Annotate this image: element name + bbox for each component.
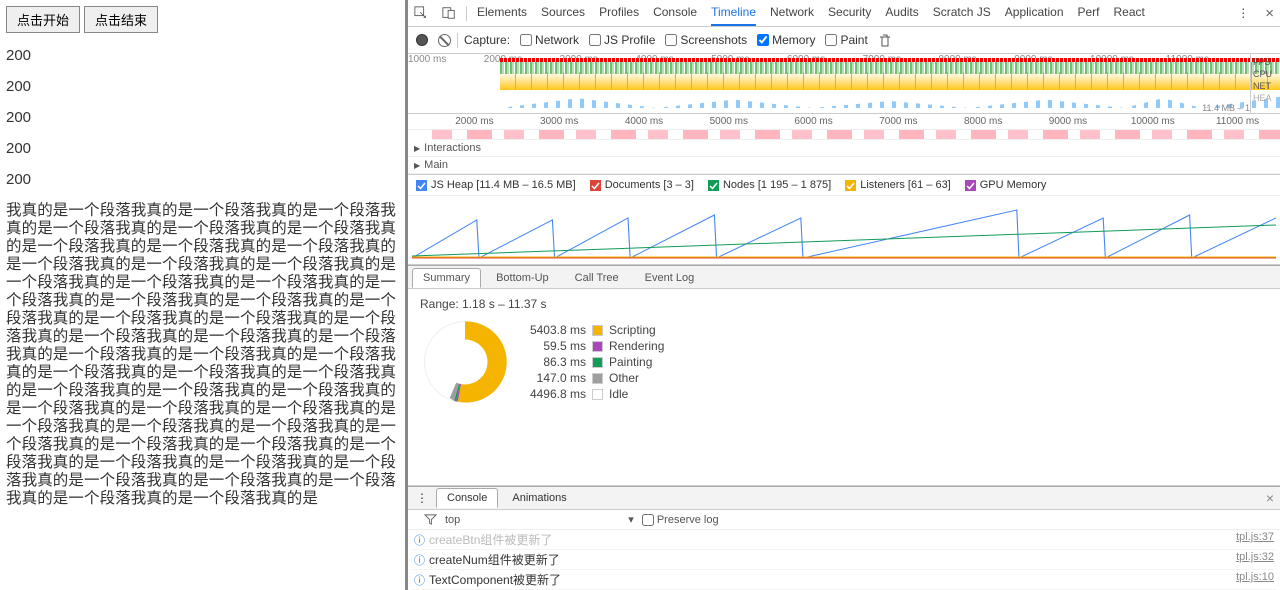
tab-react[interactable]: React bbox=[1114, 0, 1145, 26]
legend-idle: 4496.8 msIdle bbox=[526, 387, 664, 401]
preserve-log-checkbox[interactable] bbox=[642, 514, 654, 526]
end-button[interactable]: 点击结束 bbox=[84, 6, 158, 33]
console-line[interactable]: ⓘcreateBtn组件被更新了tpl.js:37 bbox=[412, 530, 1276, 550]
range-text: Range: 1.18 s – 11.37 s bbox=[420, 297, 664, 311]
num-value: 200 bbox=[6, 171, 399, 188]
capture-label: Capture: bbox=[464, 33, 510, 47]
tab-security[interactable]: Security bbox=[828, 0, 871, 26]
drawer-tabs: ⋮ ConsoleAnimations × bbox=[408, 486, 1280, 510]
close-icon[interactable]: × bbox=[1266, 490, 1274, 506]
more-icon[interactable]: ⋮ bbox=[412, 491, 432, 505]
overview-strip[interactable]: 1000 ms2000 ms3000 ms4000 ms5000 ms6000 … bbox=[408, 54, 1280, 114]
mem-listeners[interactable]: Listeners [61 – 63] bbox=[845, 179, 951, 191]
summary-tab-summary[interactable]: Summary bbox=[412, 268, 481, 288]
capture-paint[interactable]: Paint bbox=[825, 33, 867, 47]
device-icon[interactable] bbox=[442, 6, 456, 20]
summary-panel: Range: 1.18 s – 11.37 s 5403.8 msScripti… bbox=[408, 289, 1280, 486]
tab-network[interactable]: Network bbox=[770, 0, 814, 26]
drawer-tab-console[interactable]: Console bbox=[436, 488, 498, 508]
inspect-icon[interactable] bbox=[414, 6, 428, 20]
scope-select[interactable]: top bbox=[445, 514, 460, 526]
tab-elements[interactable]: Elements bbox=[477, 0, 527, 26]
tab-application[interactable]: Application bbox=[1005, 0, 1064, 26]
clear-icon[interactable] bbox=[438, 34, 451, 47]
more-icon[interactable]: ⋮ bbox=[1237, 6, 1251, 20]
capture-js-profile[interactable]: JS Profile bbox=[589, 33, 655, 47]
flame-row-main[interactable]: ▶Main bbox=[408, 157, 1280, 174]
summary-tab-call-tree[interactable]: Call Tree bbox=[564, 268, 630, 288]
flame-chart[interactable]: 2000 ms3000 ms4000 ms5000 ms6000 ms7000 … bbox=[408, 114, 1280, 175]
close-icon[interactable]: × bbox=[1265, 5, 1274, 22]
mem-gpu[interactable]: GPU Memory bbox=[965, 179, 1047, 191]
legend-other: 147.0 msOther bbox=[526, 371, 664, 385]
console-line[interactable]: ⓘcreateNum组件被更新了tpl.js:32 bbox=[412, 550, 1276, 570]
num-value: 200 bbox=[6, 78, 399, 95]
capture-network[interactable]: Network bbox=[520, 33, 579, 47]
devtools-panel: Elements Sources Profiles Console Timeline Ne… bbox=[408, 0, 1280, 590]
page-content: 点击开始 点击结束 200 200 200 200 200 我真的是一个段落我真… bbox=[0, 0, 408, 590]
summary-tabs: SummaryBottom-UpCall TreeEvent Log bbox=[408, 265, 1280, 289]
mem-documents[interactable]: Documents [3 – 3] bbox=[590, 179, 694, 191]
num-value: 200 bbox=[6, 140, 399, 157]
pie-chart bbox=[420, 317, 510, 407]
legend-rendering: 59.5 msRendering bbox=[526, 339, 664, 353]
summary-tab-event-log[interactable]: Event Log bbox=[634, 268, 706, 288]
flame-row-interactions[interactable]: ▶Interactions bbox=[408, 140, 1280, 157]
overview-labels: FPSCPUNETHEA bbox=[1250, 54, 1280, 113]
tab-console[interactable]: Console bbox=[653, 0, 697, 26]
console-line[interactable]: ⓘTextComponent被更新了tpl.js:10 bbox=[412, 570, 1276, 590]
memory-graph[interactable] bbox=[412, 200, 1276, 260]
console-output[interactable]: ⓘcreateBtn组件被更新了tpl.js:37ⓘcreateNum组件被更新… bbox=[408, 530, 1280, 590]
capture-screenshots[interactable]: Screenshots bbox=[665, 33, 747, 47]
record-icon[interactable] bbox=[416, 34, 428, 46]
devtools-tabs: Elements Sources Profiles Console Timeline Ne… bbox=[408, 0, 1280, 27]
tab-audits[interactable]: Audits bbox=[885, 0, 918, 26]
console-toolbar: top ▾ Preserve log bbox=[408, 510, 1280, 530]
tab-profiles[interactable]: Profiles bbox=[599, 0, 639, 26]
trash-icon[interactable] bbox=[878, 33, 892, 47]
tab-scratch-js[interactable]: Scratch JS bbox=[933, 0, 991, 26]
legend-painting: 86.3 msPainting bbox=[526, 355, 664, 369]
summary-tab-bottom-up[interactable]: Bottom-Up bbox=[485, 268, 560, 288]
mem-js[interactable]: JS Heap [11.4 MB – 16.5 MB] bbox=[416, 179, 576, 191]
tab-perf[interactable]: Perf bbox=[1078, 0, 1100, 26]
memory-chart: JS Heap [11.4 MB – 16.5 MB] Documents [3 … bbox=[408, 175, 1280, 265]
capture-toolbar: Capture: Network JS Profile Screenshots Mem… bbox=[408, 27, 1280, 54]
paragraph-text: 我真的是一个段落我真的是一个段落我真的是一个段落我真的是一个段落我真的是一个段落… bbox=[6, 202, 399, 508]
capture-memory[interactable]: Memory bbox=[757, 33, 815, 47]
num-value: 200 bbox=[6, 109, 399, 126]
tab-timeline[interactable]: Timeline bbox=[711, 0, 756, 26]
tab-sources[interactable]: Sources bbox=[541, 0, 585, 26]
num-value: 200 bbox=[6, 47, 399, 64]
start-button[interactable]: 点击开始 bbox=[6, 6, 80, 33]
heap-range: 11.4 MB – 1 bbox=[1202, 103, 1250, 113]
filter-icon[interactable] bbox=[424, 513, 437, 526]
mem-nodes[interactable]: Nodes [1 195 – 1 875] bbox=[708, 179, 831, 191]
number-list: 200 200 200 200 200 bbox=[6, 47, 399, 188]
drawer-tab-animations[interactable]: Animations bbox=[502, 489, 576, 507]
legend-scripting: 5403.8 msScripting bbox=[526, 323, 664, 337]
